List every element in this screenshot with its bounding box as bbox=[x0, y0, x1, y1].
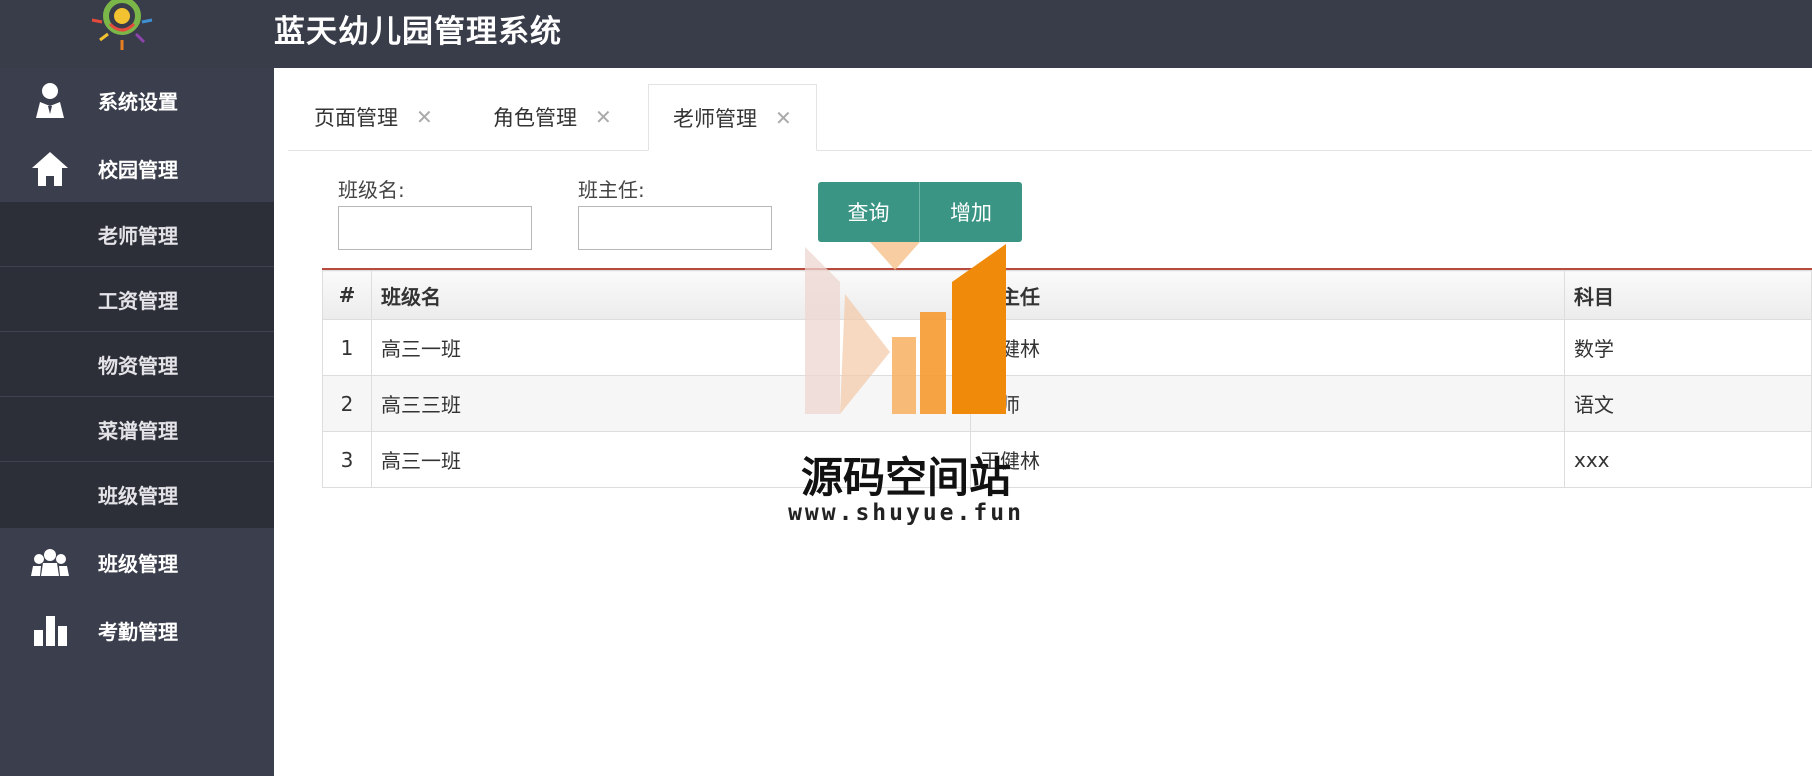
sidebar-group-attendance[interactable]: 考勤管理 bbox=[0, 596, 274, 664]
table-cell: 语文 bbox=[1564, 375, 1812, 432]
sidebar-item-menu[interactable]: 菜谱管理 bbox=[0, 397, 274, 462]
user-icon bbox=[36, 83, 64, 118]
table-cell: 数学 bbox=[1564, 319, 1812, 376]
sidebar-group-campus[interactable]: 校园管理 bbox=[0, 134, 274, 202]
app-title: 蓝天幼儿园管理系统 bbox=[274, 14, 562, 50]
table-cell: 2 bbox=[322, 375, 372, 432]
table-header-row: # 班级名 班主任 科目 bbox=[322, 270, 1812, 320]
table-row[interactable]: 2 高三三班 老师 语文 bbox=[322, 375, 1812, 432]
bar-chart-icon bbox=[34, 616, 67, 646]
class-table: # 班级名 班主任 科目 1 高三一班 王健林 数学 2 高三三班 老师 语文 … bbox=[322, 268, 1812, 492]
table-cell: 王健林 bbox=[970, 431, 1565, 488]
close-icon[interactable]: ✕ bbox=[775, 106, 792, 130]
table-cell: 1 bbox=[322, 319, 372, 376]
watermark-name: 源码空间站 bbox=[800, 453, 1011, 502]
sidebar-group-label: 班级管理 bbox=[98, 551, 178, 576]
sidebar-group-class[interactable]: 班级管理 bbox=[0, 528, 274, 596]
sidebar-item-supplies[interactable]: 物资管理 bbox=[0, 332, 274, 397]
add-button[interactable]: 增加 bbox=[920, 182, 1022, 242]
tab-label: 角色管理 bbox=[493, 106, 577, 130]
sidebar-item-salary[interactable]: 工资管理 bbox=[0, 267, 274, 332]
table-cell: 王健林 bbox=[970, 319, 1565, 376]
close-icon[interactable]: ✕ bbox=[595, 105, 612, 129]
tab-page-management[interactable]: 页面管理 ✕ bbox=[314, 84, 433, 150]
watermark-url: www.shuyue.fun bbox=[788, 500, 1024, 526]
class-name-input[interactable] bbox=[338, 206, 532, 250]
column-header[interactable]: 科目 bbox=[1564, 270, 1812, 320]
query-button[interactable]: 查询 bbox=[818, 182, 920, 242]
table-row[interactable]: 1 高三一班 王健林 数学 bbox=[322, 319, 1812, 376]
table-cell: 3 bbox=[322, 431, 372, 488]
top-header: 蓝天幼儿园管理系统 bbox=[0, 0, 1812, 68]
table-cell: xxx bbox=[1564, 431, 1812, 488]
class-name-label: 班级名: bbox=[338, 178, 405, 202]
home-icon bbox=[32, 152, 68, 186]
tab-label: 老师管理 bbox=[673, 106, 757, 131]
column-header[interactable]: 班主任 bbox=[970, 270, 1565, 320]
sidebar-item-class[interactable]: 班级管理 bbox=[0, 462, 274, 527]
group-icon bbox=[31, 549, 69, 576]
sidebar-group-label: 考勤管理 bbox=[98, 619, 178, 644]
tab-role-management[interactable]: 角色管理 ✕ bbox=[493, 84, 612, 150]
sidebar-item-teacher[interactable]: 老师管理 bbox=[0, 202, 274, 267]
tab-bar: 页面管理 ✕ 角色管理 ✕ 老师管理 ✕ bbox=[288, 84, 1812, 151]
sidebar-submenu: 老师管理 工资管理 物资管理 菜谱管理 班级管理 bbox=[0, 202, 274, 528]
table-cell: 老师 bbox=[970, 375, 1565, 432]
head-teacher-input[interactable] bbox=[578, 206, 772, 250]
head-teacher-label: 班主任: bbox=[578, 178, 645, 202]
sidebar-group-system-settings[interactable]: 系统设置 bbox=[0, 66, 274, 134]
logo-icon bbox=[91, 0, 153, 50]
sidebar-group-label: 系统设置 bbox=[98, 89, 178, 114]
column-header[interactable]: # bbox=[322, 270, 372, 320]
tab-label: 页面管理 bbox=[314, 106, 398, 130]
tab-teacher-management[interactable]: 老师管理 ✕ bbox=[648, 84, 817, 151]
table-row[interactable]: 3 高三一班 王健林 xxx bbox=[322, 431, 1812, 488]
close-icon[interactable]: ✕ bbox=[416, 105, 433, 129]
sidebar-group-label: 校园管理 bbox=[98, 157, 178, 182]
